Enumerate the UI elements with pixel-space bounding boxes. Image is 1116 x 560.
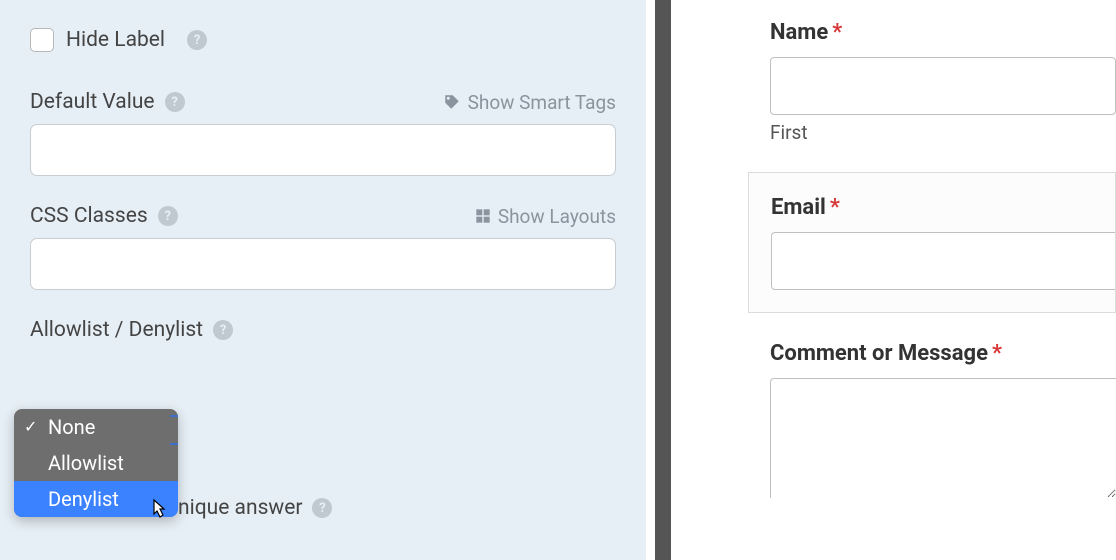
required-indicator: * xyxy=(832,20,842,45)
default-value-label: Default Value ? xyxy=(30,90,185,114)
tag-icon xyxy=(443,93,461,111)
allowlist-dropdown-menu[interactable]: ✓ None Allowlist Denylist xyxy=(14,409,178,517)
allowlist-denylist-label: Allowlist / Denylist ? xyxy=(30,318,616,342)
dropdown-option-allowlist[interactable]: Allowlist xyxy=(14,445,178,481)
hide-label-checkbox[interactable] xyxy=(30,28,54,52)
hide-label-text: Hide Label xyxy=(66,28,165,52)
show-smart-tags-link[interactable]: Show Smart Tags xyxy=(443,91,616,114)
help-icon[interactable]: ? xyxy=(187,30,207,50)
panel-divider[interactable] xyxy=(655,0,685,560)
form-preview-panel: Name* First Email* Comment or Message* xyxy=(676,0,1116,560)
help-icon[interactable]: ? xyxy=(158,206,178,226)
name-sublabel: First xyxy=(770,121,1116,144)
help-icon[interactable]: ? xyxy=(312,498,332,518)
show-layouts-link[interactable]: Show Layouts xyxy=(475,205,616,228)
unique-answer-label-fragment: nique answer ? xyxy=(178,496,332,520)
css-classes-field: CSS Classes ? Show Layouts xyxy=(30,204,616,290)
field-options-panel: Hide Label ? Default Value ? Show Smart … xyxy=(0,0,646,560)
required-indicator: * xyxy=(992,341,1002,366)
email-label: Email* xyxy=(771,195,1115,220)
default-value-field: Default Value ? Show Smart Tags xyxy=(30,90,616,176)
comment-field: Comment or Message* xyxy=(770,341,1116,502)
name-first-input[interactable] xyxy=(770,57,1116,115)
name-label: Name* xyxy=(770,20,1116,45)
css-classes-label: CSS Classes ? xyxy=(30,204,178,228)
comment-label: Comment or Message* xyxy=(770,341,1116,366)
help-icon[interactable]: ? xyxy=(213,320,233,340)
grid-icon xyxy=(475,208,491,224)
dropdown-option-denylist[interactable]: Denylist xyxy=(14,481,178,517)
email-field-block[interactable]: Email* xyxy=(748,172,1116,313)
email-input[interactable] xyxy=(771,232,1115,290)
default-value-input[interactable] xyxy=(30,124,616,176)
css-classes-input[interactable] xyxy=(30,238,616,290)
help-icon[interactable]: ? xyxy=(165,92,185,112)
check-icon: ✓ xyxy=(24,417,37,436)
dropdown-option-none[interactable]: ✓ None xyxy=(14,409,178,445)
name-field: Name* First xyxy=(770,20,1116,144)
allowlist-denylist-field: Allowlist / Denylist ? xyxy=(30,318,616,342)
required-indicator: * xyxy=(830,195,840,220)
comment-textarea[interactable] xyxy=(770,378,1116,498)
hide-label-row: Hide Label ? xyxy=(30,28,616,52)
